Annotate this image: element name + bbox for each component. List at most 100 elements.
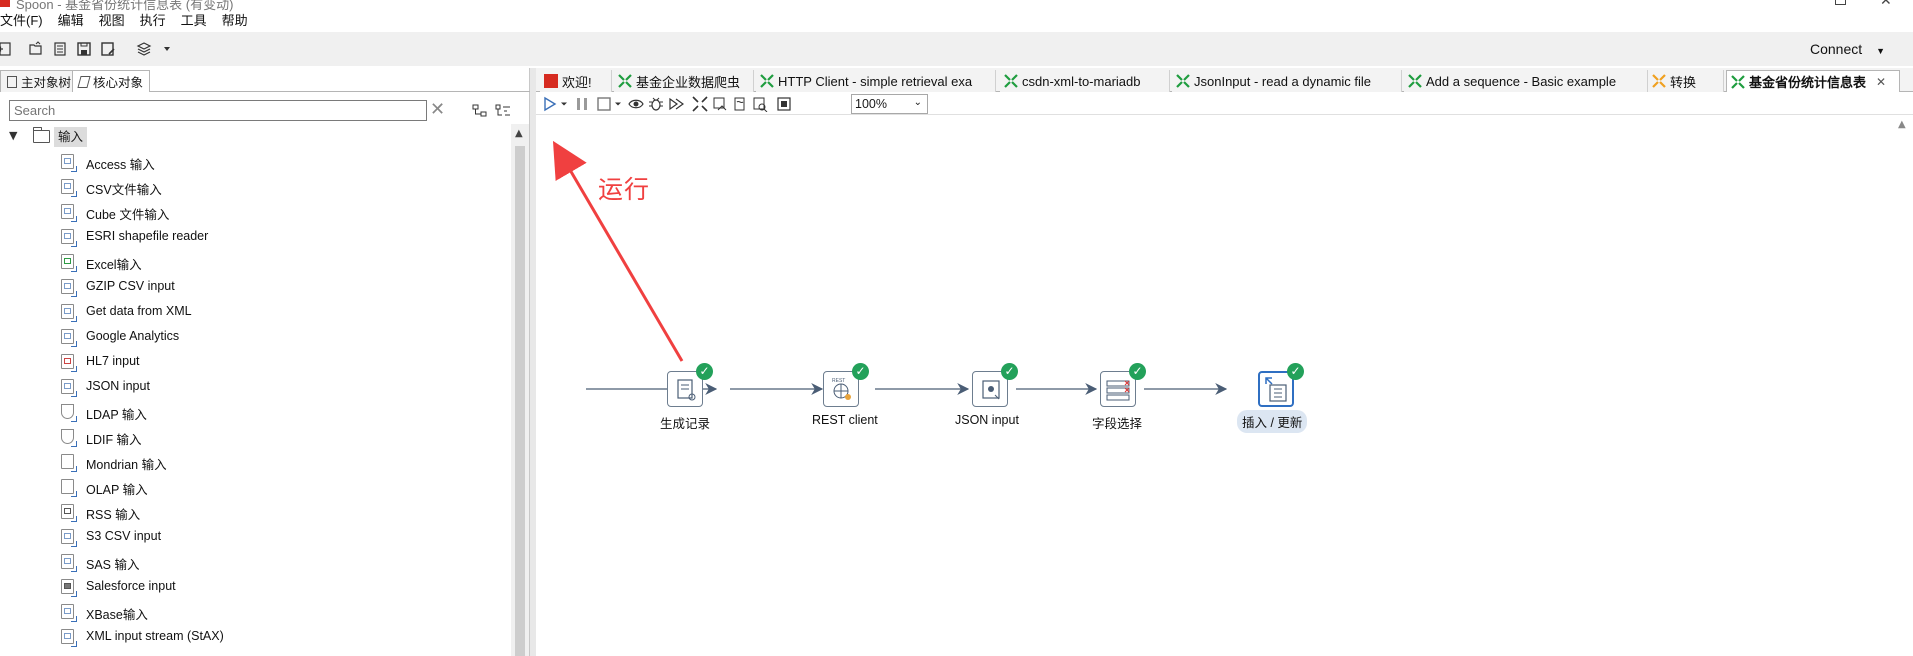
tab-transform[interactable]: 转换 <box>1648 70 1724 92</box>
tree-item-sas-input[interactable]: SAS 输入 <box>0 550 510 575</box>
tree-item-s3-csv-input[interactable]: S3 CSV input <box>0 525 510 550</box>
search-input[interactable] <box>9 100 427 121</box>
tree-item-label: RSS 输入 <box>86 508 141 522</box>
clear-search-icon[interactable]: ✕ <box>430 99 445 120</box>
tree-item-olap-input[interactable]: OLAP 输入 <box>0 475 510 500</box>
tree-scrollbar[interactable]: ▲ <box>511 124 529 656</box>
canvas-drawing <box>552 140 1228 395</box>
scrollbar-thumb[interactable] <box>515 146 525 656</box>
stop-options-dropdown[interactable] <box>612 96 624 112</box>
replay-button[interactable] <box>668 96 684 112</box>
tree-item-salesforce-input[interactable]: Salesforce input <box>0 575 510 600</box>
save-as-icon[interactable] <box>99 40 117 58</box>
close-window-button[interactable]: ✕ <box>1880 0 1892 9</box>
tab-http-client[interactable]: HTTP Client - simple retrieval exa <box>756 70 996 92</box>
layers-icon[interactable] <box>135 40 153 58</box>
collapse-tree-icon[interactable] <box>495 104 511 118</box>
run-button[interactable] <box>542 96 558 112</box>
tree-item-get-data-from-xml[interactable]: Get data from XML <box>0 300 510 325</box>
step-rest-client[interactable]: REST ✓ <box>823 363 869 407</box>
tree-item-excel-input[interactable]: Excel输入 <box>0 250 510 275</box>
tree-item-label: Excel输入 <box>86 258 142 272</box>
tab-fund-crawler-label: 基金企业数据爬虫 <box>636 74 741 90</box>
tree-item-ldap-input[interactable]: LDAP 输入 <box>0 400 510 425</box>
sql-script-icon <box>734 97 745 111</box>
transformation-icon <box>618 74 632 88</box>
tab-fund-province-stats[interactable]: 基金省份统计信息表 ✕ <box>1726 70 1900 92</box>
tab-main-object-tree[interactable]: 主对象树 <box>0 70 79 92</box>
chevron-down-icon <box>615 102 621 106</box>
sql-button[interactable] <box>732 96 748 112</box>
layers-dropdown-icon[interactable] <box>158 40 176 58</box>
tab-welcome-label: 欢迎! <box>562 74 592 90</box>
tree-item-json-input[interactable]: JSON input <box>0 375 510 400</box>
svg-text:REST: REST <box>832 378 845 384</box>
restore-window-button[interactable] <box>1835 0 1846 5</box>
save-icon[interactable] <box>75 40 93 58</box>
new-file-icon[interactable] <box>0 40 14 58</box>
zoom-select[interactable]: 100% ⌄ <box>851 94 928 114</box>
transformation-canvas[interactable]: 运行 ✓ 生成记录 REST ✓ REST client ✓ JSON inpu… <box>536 116 1892 656</box>
tab-fund-crawler[interactable]: 基金企业数据爬虫 <box>614 70 754 92</box>
tree-item-gzip-csv-input[interactable]: GZIP CSV input <box>0 275 510 300</box>
menu-help[interactable]: 帮助 <box>222 11 255 31</box>
tree-item-label: CSV文件输入 <box>86 183 162 197</box>
tree-item-cube-input[interactable]: Cube 文件输入 <box>0 200 510 225</box>
canvas-scrollbar[interactable]: ▲ <box>1892 116 1913 656</box>
tree-item-xml-input-stream[interactable]: XML input stream (StAX) <box>0 625 510 650</box>
verify-button[interactable] <box>692 96 708 112</box>
step-generate-rows[interactable]: ✓ <box>667 363 713 407</box>
step-json-input[interactable]: ✓ <box>972 363 1018 407</box>
step-insert-update[interactable]: ✓ <box>1258 363 1304 407</box>
tab-add-sequence[interactable]: Add a sequence - Basic example <box>1404 70 1648 92</box>
preview-button[interactable] <box>628 96 644 112</box>
tab-jsoninput-dynamic-file[interactable]: JsonInput - read a dynamic file <box>1172 70 1402 92</box>
folder-icon <box>32 127 50 143</box>
connect-button[interactable]: Connect ▼ <box>1810 41 1885 57</box>
tree-item-csv-input[interactable]: CSV文件输入 <box>0 175 510 200</box>
tab-welcome[interactable]: 欢迎! <box>540 70 612 92</box>
olap-input-icon <box>61 479 77 497</box>
editor-tabs: 欢迎! 基金企业数据爬虫 HTTP Client - simple retrie… <box>536 68 1913 92</box>
tab-core-objects[interactable]: 核心对象 <box>72 70 151 92</box>
impact-button[interactable] <box>712 96 728 112</box>
tree-item-access-input[interactable]: Access 输入 <box>0 150 510 175</box>
tree-item-rss-input[interactable]: RSS 输入 <box>0 500 510 525</box>
debug-button[interactable] <box>648 96 664 112</box>
tree-item-xbase-input[interactable]: XBase输入 <box>0 600 510 625</box>
explore-db-button[interactable] <box>752 96 768 112</box>
tab-csdn-label: csdn-xml-to-mariadb <box>1022 73 1141 89</box>
menu-file[interactable]: 文件(F) <box>0 11 50 31</box>
scroll-up-icon[interactable]: ▲ <box>1898 119 1906 130</box>
chevron-down-icon[interactable]: ▼ <box>9 129 17 142</box>
explore-repository-icon[interactable] <box>51 40 69 58</box>
tree-item-google-analytics[interactable]: Google Analytics <box>0 325 510 350</box>
tree-item-label: Mondrian 输入 <box>86 458 167 472</box>
expand-tree-icon[interactable] <box>472 104 488 118</box>
menu-run[interactable]: 执行 <box>140 11 173 31</box>
tree-item-mondrian-input[interactable]: Mondrian 输入 <box>0 450 510 475</box>
pause-button[interactable] <box>574 96 590 112</box>
stop-button[interactable] <box>596 96 612 112</box>
scroll-up-icon[interactable]: ▲ <box>515 128 523 139</box>
tab-http-client-label: HTTP Client - simple retrieval exa <box>778 73 973 89</box>
step-label: REST client <box>812 413 878 427</box>
menu-tools[interactable]: 工具 <box>181 11 214 31</box>
bug-icon <box>649 97 663 111</box>
run-options-dropdown[interactable] <box>558 96 570 112</box>
step-select-values[interactable]: ✓ <box>1100 363 1146 407</box>
title-bar: Spoon - 基金省份统计信息表 (有变动) ✕ <box>0 0 1913 12</box>
tab-csdn-xml-to-mariadb[interactable]: csdn-xml-to-mariadb <box>1000 70 1170 92</box>
show-results-button[interactable] <box>776 96 792 112</box>
tree-item-label: S3 CSV input <box>86 529 162 543</box>
tree-item-ldif-input[interactable]: LDIF 输入 <box>0 425 510 450</box>
menu-view[interactable]: 视图 <box>99 11 132 31</box>
close-tab-icon[interactable]: ✕ <box>1876 75 1886 89</box>
tree-item-esri-shapefile-reader[interactable]: ESRI shapefile reader <box>0 225 510 250</box>
menu-edit[interactable]: 编辑 <box>58 11 91 31</box>
tree-item-hl7-input[interactable]: HL7 input <box>0 350 510 375</box>
tree-category-input[interactable]: ▼ 输入 <box>0 126 510 148</box>
open-file-icon[interactable] <box>27 40 45 58</box>
results-pane-icon <box>777 97 791 111</box>
excel-input-icon <box>61 254 77 272</box>
